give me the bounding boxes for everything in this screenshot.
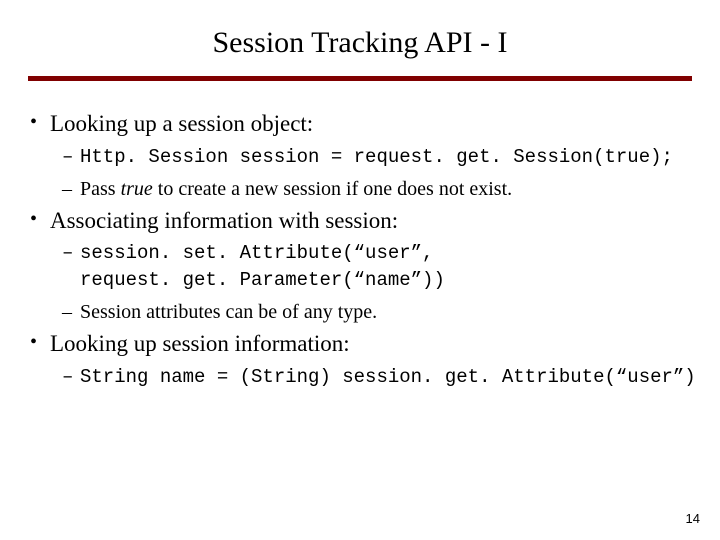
slide-content: Looking up a session object: Http. Sessi… bbox=[24, 109, 696, 389]
code-set-attribute-1: session. set. Attribute(“user”, bbox=[24, 241, 696, 266]
title-rule bbox=[28, 76, 692, 81]
slide: Session Tracking API - I Looking up a se… bbox=[0, 0, 720, 540]
code-set-attribute-2: request. get. Parameter(“name”)) bbox=[24, 268, 696, 293]
page-number: 14 bbox=[686, 511, 700, 526]
note-any-type: Session attributes can be of any type. bbox=[24, 299, 696, 325]
bullet-lookup-info: Looking up session information: bbox=[24, 329, 696, 359]
note-em: true bbox=[121, 178, 153, 200]
bullet-lookup-object: Looking up a session object: bbox=[24, 109, 696, 139]
note-pass-true: Pass true to create a new session if one… bbox=[24, 176, 696, 202]
note-pre: Pass bbox=[80, 178, 121, 200]
code-get-attribute: String name = (String) session. get. Att… bbox=[24, 365, 696, 390]
code-get-session: Http. Session session = request. get. Se… bbox=[24, 145, 696, 170]
note-post: to create a new session if one does not … bbox=[153, 178, 512, 200]
slide-title: Session Tracking API - I bbox=[0, 0, 720, 60]
bullet-associate: Associating information with session: bbox=[24, 206, 696, 236]
